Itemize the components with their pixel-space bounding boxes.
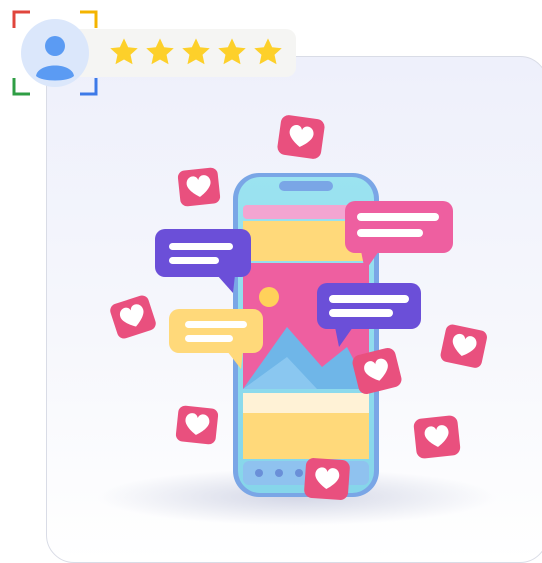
heart-card	[277, 115, 325, 159]
star-rating	[108, 36, 284, 68]
heart-card	[413, 415, 461, 459]
illustration-card	[46, 56, 542, 563]
star-icon	[146, 38, 174, 65]
heart-card	[177, 167, 221, 207]
rating-bar	[12, 10, 296, 96]
heart-card	[110, 295, 156, 339]
heart-card	[440, 324, 487, 368]
star-icon	[254, 38, 282, 65]
social-media-illustration	[97, 115, 497, 525]
star-icon	[218, 38, 246, 65]
star-icon	[182, 38, 210, 65]
star-icon	[110, 38, 138, 65]
heart-card	[175, 405, 219, 445]
heart-card	[304, 458, 350, 500]
user-avatar-icon	[12, 10, 98, 96]
